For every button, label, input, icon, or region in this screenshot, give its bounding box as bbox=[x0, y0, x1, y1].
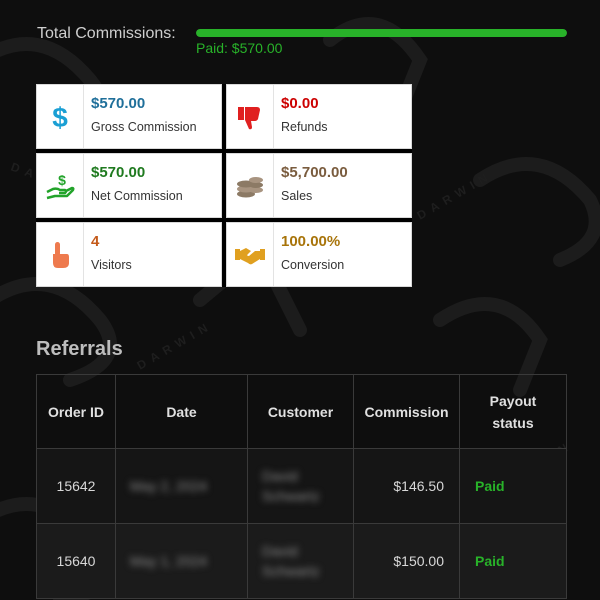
stats-grid: $ $570.00 Gross Commission $0.00 Refunds… bbox=[36, 84, 412, 287]
stat-value: $5,700.00 bbox=[281, 164, 348, 181]
stat-label: Sales bbox=[281, 189, 313, 203]
stat-card-net-commission: $ $570.00 Net Commission bbox=[36, 153, 222, 218]
svg-text:$: $ bbox=[58, 172, 66, 188]
table-header-row: Order ID Date Customer Commission Payout… bbox=[36, 374, 567, 449]
pointing-hand-icon bbox=[37, 223, 84, 286]
affiliate-dashboard: DARWIN DARWIN DAR DARWIN DARWIN Total Co… bbox=[0, 0, 600, 600]
customer-name: David Schwartz bbox=[262, 468, 320, 504]
date-value: May 1, 2024 bbox=[130, 553, 208, 569]
order-id-cell: 15640 bbox=[36, 523, 116, 599]
stat-label: Visitors bbox=[91, 258, 132, 272]
stat-label: Refunds bbox=[281, 120, 328, 134]
stat-label: Conversion bbox=[281, 258, 345, 272]
column-header-order-id[interactable]: Order ID bbox=[36, 374, 116, 449]
commission-progress-bar bbox=[196, 29, 567, 37]
stat-value: $0.00 bbox=[281, 95, 319, 112]
stat-card-visitors: 4 Visitors bbox=[36, 222, 222, 287]
svg-text:DARWIN: DARWIN bbox=[135, 318, 216, 373]
stat-card-sales: $5,700.00 Sales bbox=[226, 153, 412, 218]
commission-cell: $146.50 bbox=[353, 448, 460, 524]
column-header-date[interactable]: Date bbox=[115, 374, 248, 449]
customer-cell: David Schwartz bbox=[247, 523, 354, 599]
referrals-table: Order ID Date Customer Commission Payout… bbox=[36, 374, 567, 599]
stat-label: Gross Commission bbox=[91, 120, 197, 134]
table-row: 15642 May 2, 2024 David Schwartz $146.50… bbox=[36, 448, 567, 524]
money-hand-icon: $ bbox=[37, 154, 84, 217]
total-commissions-label: Total Commissions: bbox=[37, 25, 176, 42]
date-cell: May 1, 2024 bbox=[115, 523, 248, 599]
order-id-cell: 15642 bbox=[36, 448, 116, 524]
referrals-heading: Referrals bbox=[36, 338, 123, 360]
coins-icon bbox=[227, 154, 274, 217]
dollar-icon: $ bbox=[37, 85, 84, 148]
thumbs-down-icon bbox=[227, 85, 274, 148]
column-header-commission[interactable]: Commission bbox=[353, 374, 460, 449]
table-row: 15640 May 1, 2024 David Schwartz $150.00… bbox=[36, 523, 567, 599]
payout-status-cell: Paid bbox=[459, 523, 567, 599]
svg-text:$: $ bbox=[52, 102, 68, 132]
paid-amount-text: Paid: $570.00 bbox=[196, 40, 283, 56]
total-commissions-row: Total Commissions: Paid: $570.00 bbox=[37, 20, 567, 70]
stat-value: 100.00% bbox=[281, 233, 341, 250]
stat-card-refunds: $0.00 Refunds bbox=[226, 84, 412, 149]
commission-cell: $150.00 bbox=[353, 523, 460, 599]
payout-status-cell: Paid bbox=[459, 448, 567, 524]
stat-label: Net Commission bbox=[91, 189, 183, 203]
customer-cell: David Schwartz bbox=[247, 448, 354, 524]
handshake-icon bbox=[227, 223, 274, 286]
date-value: May 2, 2024 bbox=[130, 478, 208, 494]
customer-name: David Schwartz bbox=[262, 543, 320, 579]
stat-card-gross-commission: $ $570.00 Gross Commission bbox=[36, 84, 222, 149]
date-cell: May 2, 2024 bbox=[115, 448, 248, 524]
commission-progress-fill bbox=[196, 29, 567, 37]
stat-value: 4 bbox=[91, 233, 100, 250]
svg-text:DARWIN: DARWIN bbox=[415, 168, 496, 223]
column-header-payout-status[interactable]: Payout status bbox=[459, 374, 567, 449]
stat-value: $570.00 bbox=[91, 95, 146, 112]
stat-card-conversion: 100.00% Conversion bbox=[226, 222, 412, 287]
stat-value: $570.00 bbox=[91, 164, 146, 181]
column-header-customer[interactable]: Customer bbox=[247, 374, 354, 449]
